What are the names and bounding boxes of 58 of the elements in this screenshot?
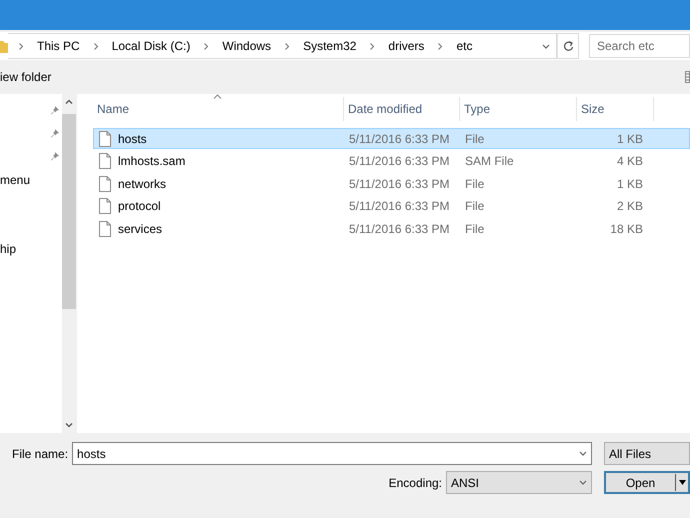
file-type-dropdown[interactable]: All Files — [604, 442, 690, 465]
folder-icon — [0, 38, 8, 54]
date-cell-text: 5/11/2016 6:33 PM — [348, 199, 451, 213]
search-field[interactable]: Search etc — [589, 34, 690, 58]
size-cell-text: 1 KB — [616, 176, 644, 190]
refresh-icon[interactable] — [562, 40, 574, 52]
document-icon — [99, 198, 111, 214]
scrollbar-thumb[interactable] — [62, 114, 76, 309]
file-row[interactable]: services 5/11/2016 6:33 PM File 18 KB — [93, 218, 690, 239]
type-cell-text: File — [464, 132, 486, 146]
pin-icon — [50, 151, 60, 162]
file-name: networks — [118, 176, 166, 190]
date-cell-text: 5/11/2016 6:33 PM — [348, 132, 451, 146]
encoding-label: Encoding: — [388, 476, 442, 490]
encoding-dropdown[interactable]: ANSI — [446, 471, 592, 494]
dropdown-caret-icon[interactable] — [579, 480, 587, 485]
file-name: hosts — [118, 132, 147, 146]
document-icon — [99, 153, 111, 169]
open-button[interactable]: Open — [604, 471, 690, 494]
file-row[interactable]: networks 5/11/2016 6:33 PM File 1 KB — [93, 173, 690, 194]
size-cell-text: 18 KB — [609, 222, 644, 236]
type-cell-text: File — [464, 199, 486, 213]
pin-icon — [50, 104, 60, 115]
file-row[interactable]: protocol 5/11/2016 6:33 PM File 2 KB — [93, 196, 690, 216]
column-header[interactable]: Name — [93, 97, 344, 121]
column-header[interactable]: Type — [460, 97, 577, 121]
file-row[interactable]: lmhosts.sam 5/11/2016 6:33 PM SAM File 4 KB — [93, 150, 690, 172]
file-row[interactable]: hosts 5/11/2016 6:33 PM File 1 KB — [93, 128, 690, 149]
document-icon — [99, 130, 111, 146]
document-icon — [99, 220, 111, 236]
size-cell-text: 1 KB — [616, 132, 644, 146]
document-icon — [99, 176, 111, 192]
nav-item[interactable]: hip — [0, 242, 16, 256]
size-cell-text: 4 KB — [616, 154, 644, 168]
column-header[interactable]: Size — [577, 97, 654, 121]
scroll-down-icon[interactable] — [65, 421, 73, 429]
file-name: protocol — [118, 199, 161, 213]
scroll-up-icon[interactable] — [65, 98, 73, 106]
type-cell-text: File — [464, 176, 486, 190]
caret-icon[interactable] — [678, 480, 686, 485]
dropdown-caret-icon[interactable] — [542, 44, 550, 48]
nav-item[interactable]: menu — [0, 172, 30, 187]
type-cell-text: SAM File — [464, 154, 515, 168]
file-name: lmhosts.sam — [118, 154, 186, 168]
file-name-label: File name: — [12, 446, 68, 460]
date-cell-text: 5/11/2016 6:33 PM — [348, 176, 451, 190]
new-folder-button[interactable]: iew folder — [0, 70, 52, 84]
view-options-icon[interactable] — [685, 71, 690, 83]
size-cell-text: 2 KB — [616, 199, 644, 213]
pin-icon — [50, 128, 60, 138]
column-header[interactable]: Date modified — [344, 97, 460, 121]
file-name: services — [118, 222, 162, 236]
type-cell-text: File — [464, 222, 486, 236]
file-name-field[interactable]: hosts — [72, 442, 592, 465]
dropdown-caret-icon[interactable] — [579, 451, 587, 456]
date-cell-text: 5/11/2016 6:33 PM — [348, 222, 451, 236]
date-cell-text: 5/11/2016 6:33 PM — [348, 154, 451, 168]
address-bar[interactable]: This PC Local Disk (C:) Windows System32 drivers etc — [8, 33, 557, 59]
